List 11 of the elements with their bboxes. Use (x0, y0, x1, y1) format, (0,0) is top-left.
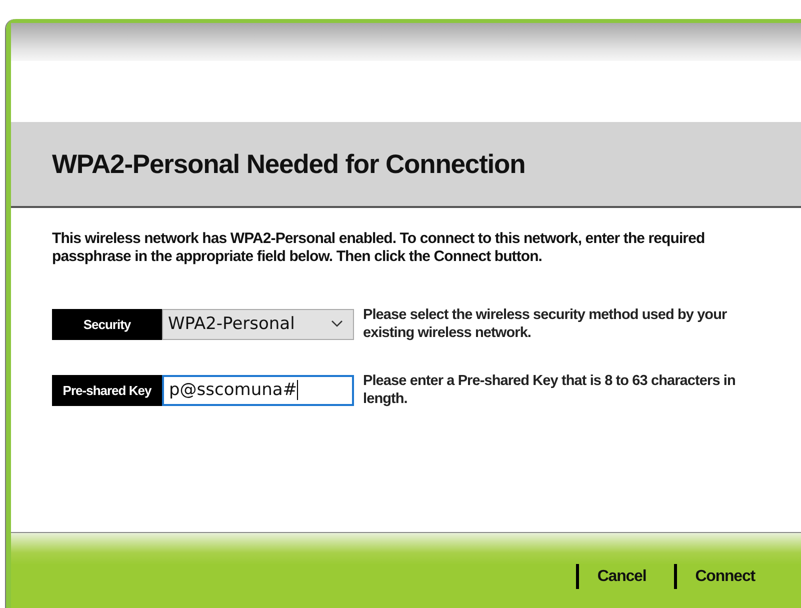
instructions-text: This wireless network has WPA2-Personal enabled. To connect to this network, enter the required passphrase in the appropriate field below. Then click the Connect button. (52, 230, 706, 266)
key-input-field[interactable]: p@sscomuna# (162, 374, 354, 406)
connect-button[interactable]: Connect (687, 566, 763, 588)
help-text: Please select the wireless security method used by your existing wireless network. (363, 306, 728, 342)
help-text: Please enter a Pre-shared Key that is 8 to 63 characters in length. (363, 372, 736, 408)
dialog-title: WPA2-Personal Needed for Connection (52, 148, 526, 180)
cancel-button[interactable]: Cancel (589, 566, 654, 588)
security-dropdown[interactable]: WPA2-Personal (162, 308, 354, 340)
chevron-down-icon (331, 320, 343, 328)
field-label: Security (52, 308, 162, 340)
field-label: Pre-shared Key (52, 374, 162, 406)
